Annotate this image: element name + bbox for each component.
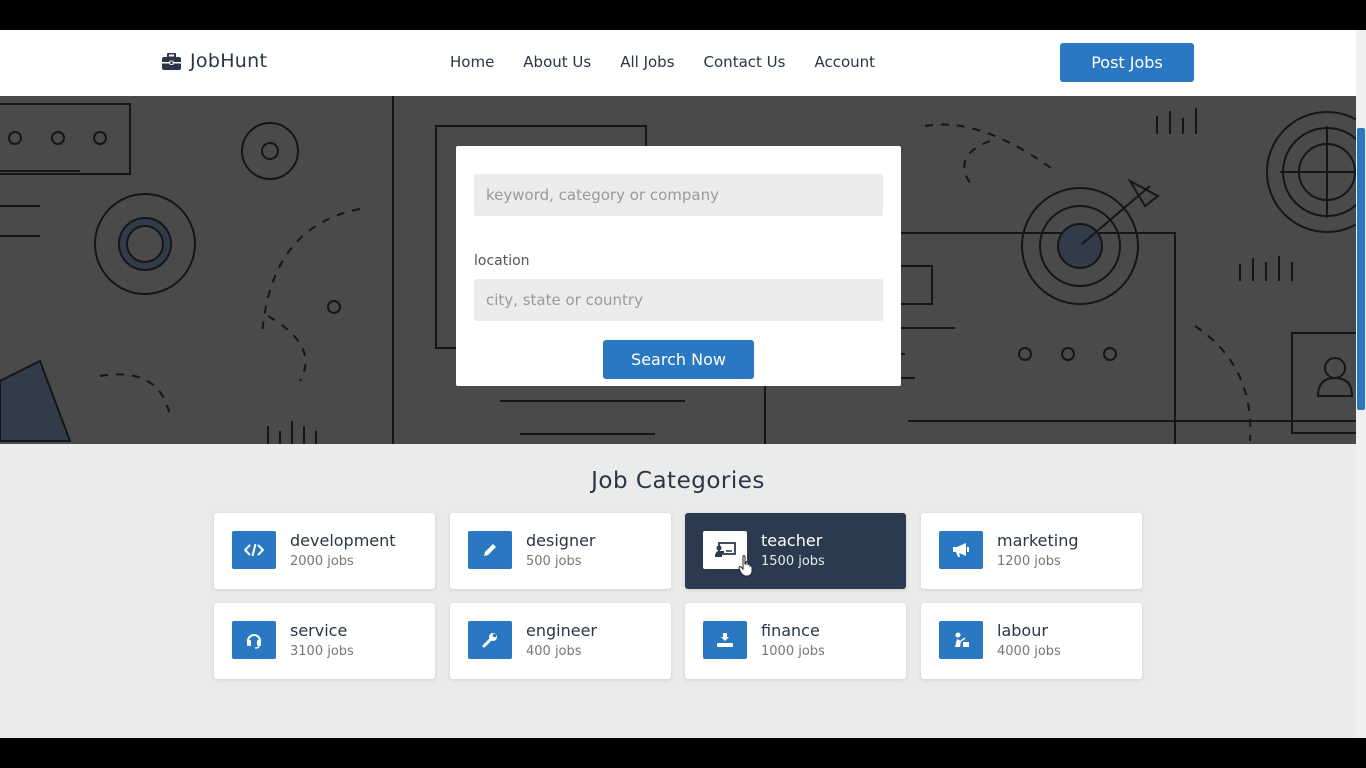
category-count: 4000 jobs (997, 644, 1061, 659)
search-card: location Search Now (456, 146, 901, 386)
brand-name: JobHunt (190, 50, 268, 72)
screen-frame: JobHunt Home About Us All Jobs Contact U… (0, 0, 1366, 768)
hand-coin-icon (703, 621, 747, 659)
category-card-marketing[interactable]: marketing 1200 jobs (921, 513, 1142, 589)
scrollbar-thumb[interactable] (1357, 128, 1365, 410)
job-categories-title: Job Categories (591, 468, 765, 494)
category-name: engineer (526, 621, 597, 640)
pencil-icon (468, 531, 512, 569)
category-card-engineer[interactable]: engineer 400 jobs (450, 603, 671, 679)
category-count: 500 jobs (526, 554, 582, 569)
category-name: labour (997, 621, 1048, 640)
keyword-search-input[interactable] (474, 174, 883, 216)
worker-icon (939, 621, 983, 659)
location-label: location (474, 253, 530, 269)
category-card-development[interactable]: development 2000 jobs (214, 513, 435, 589)
search-now-button[interactable]: Search Now (603, 340, 754, 379)
nav-link-home[interactable]: Home (450, 53, 494, 71)
category-name: development (290, 531, 396, 550)
briefcase-icon (162, 52, 181, 70)
category-count: 3100 jobs (290, 644, 354, 659)
nav-link-account[interactable]: Account (814, 53, 875, 71)
category-card-teacher[interactable]: teacher 1500 jobs (685, 513, 906, 589)
navbar: JobHunt Home About Us All Jobs Contact U… (0, 30, 1356, 96)
post-jobs-button[interactable]: Post Jobs (1060, 43, 1194, 82)
category-card-service[interactable]: service 3100 jobs (214, 603, 435, 679)
browser-viewport: JobHunt Home About Us All Jobs Contact U… (0, 30, 1356, 738)
scrollbar[interactable] (1356, 30, 1366, 738)
category-count: 1000 jobs (761, 644, 825, 659)
category-count: 2000 jobs (290, 554, 354, 569)
nav-links: Home About Us All Jobs Contact Us Accoun… (450, 53, 904, 71)
category-card-designer[interactable]: designer 500 jobs (450, 513, 671, 589)
category-name: finance (761, 621, 820, 640)
category-card-finance[interactable]: finance 1000 jobs (685, 603, 906, 679)
headset-icon (232, 621, 276, 659)
category-name: service (290, 621, 348, 640)
brand-logo[interactable]: JobHunt (162, 50, 267, 72)
category-name: teacher (761, 531, 823, 550)
hand-pointer-cursor-icon (738, 555, 754, 581)
hero-section: location Search Now (0, 96, 1356, 444)
megaphone-icon (939, 531, 983, 569)
code-icon (232, 531, 276, 569)
nav-link-contact[interactable]: Contact Us (704, 53, 786, 71)
nav-link-about[interactable]: About Us (523, 53, 591, 71)
category-name: designer (526, 531, 596, 550)
location-search-input[interactable] (474, 279, 883, 321)
category-count: 1200 jobs (997, 554, 1061, 569)
category-count: 400 jobs (526, 644, 582, 659)
nav-link-all-jobs[interactable]: All Jobs (620, 53, 674, 71)
category-card-labour[interactable]: labour 4000 jobs (921, 603, 1142, 679)
category-name: marketing (997, 531, 1079, 550)
category-count: 1500 jobs (761, 554, 825, 569)
wrench-icon (468, 621, 512, 659)
